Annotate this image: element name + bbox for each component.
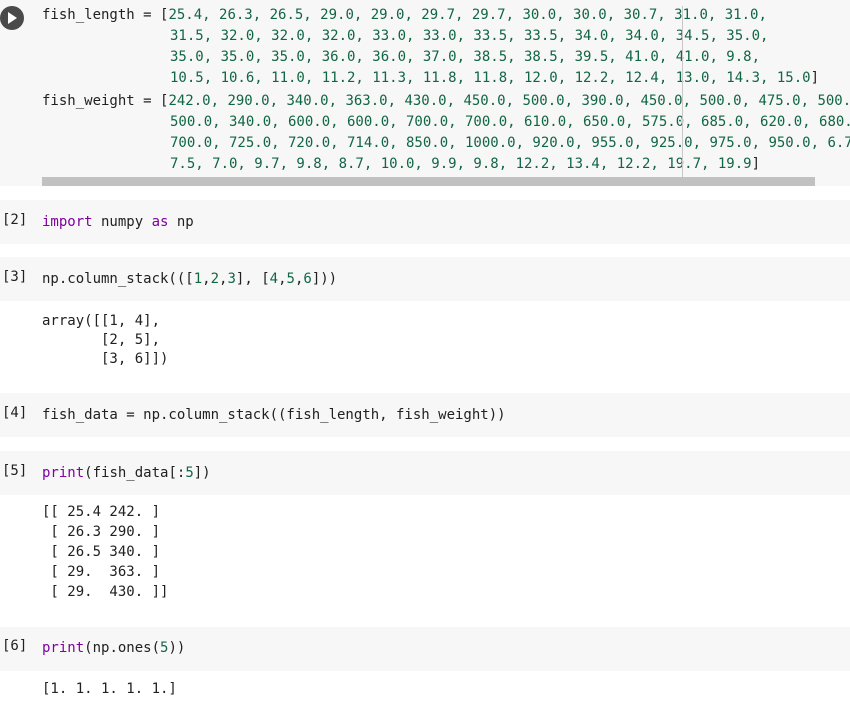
code-cell-4[interactable]: [4] fish_data = np.column_stack((fish_le… [0,393,850,437]
execution-count: [4] [2,405,28,421]
play-icon [8,12,17,24]
number: 4 [269,271,279,287]
output-line: [[ 25.4 242. ] [42,504,161,520]
number: 6 [303,271,312,287]
number: 5 [185,465,194,481]
code-cell-6[interactable]: [6] print(np.ones(5)) [0,627,850,671]
output-line: [1. 1. 1. 1. 1.] [42,681,177,697]
fish-weight-values: 242.0, 290.0, 340.0, 363.0, 430.0, 450.0… [168,93,850,109]
code-line: import numpy as np [42,212,194,233]
number: 2 [210,271,220,287]
fish-weight-assign: fish_weight = [ [42,93,169,109]
print-builtin: print [42,640,85,656]
fish-weight-values: 700.0, 725.0, 720.0, 714.0, 850.0, 1000.… [170,135,850,151]
import-keyword: import [42,214,93,230]
fish-length-values: 31.5, 32.0, 32.0, 32.0, 33.0, 33.0, 33.5… [170,28,769,44]
code-cell-5[interactable]: [5] print(fish_data[:5]) [0,451,850,495]
fish-length-line-4: 10.5, 10.6, 11.0, 11.2, 11.3, 11.8, 11.8… [170,68,819,89]
output-line: array([[1, 4], [42,313,161,329]
code-text: ], [ [235,271,270,287]
fish-weight-values: 500.0, 340.0, 600.0, 600.0, 700.0, 700.0… [170,114,850,130]
comma: , [202,271,211,287]
execution-count: [5] [2,463,28,479]
horizontal-scrollbar[interactable] [42,177,815,186]
code-text: ]) [193,465,211,481]
code-cell-1[interactable]: fish_length = [25.4, 26.3, 26.5, 29.0, 2… [0,0,850,186]
code-text: np.column_stack(([ [42,271,194,287]
fish-weight-line-1: fish_weight = [242.0, 290.0, 340.0, 363.… [42,91,850,112]
output-cell-3: array([[1, 4], [2, 5], [3, 6]]) [0,301,850,393]
code-text: (np.ones( [84,640,161,656]
output-line: [ 26.3 290. ] [42,524,161,540]
as-keyword: as [151,214,169,230]
run-cell-button[interactable] [0,6,24,30]
number: 1 [193,271,203,287]
code-cell-2[interactable]: [2] import numpy as np [0,200,850,244]
closing-bracket: ] [751,156,761,172]
fish-length-values: 10.5, 10.6, 11.0, 11.2, 11.3, 11.8, 11.8… [170,70,811,86]
number: 3 [227,271,236,287]
fish-length-values: 25.4, 26.3, 26.5, 29.0, 29.0, 29.7, 29.7… [168,7,767,23]
fish-length-values: 35.0, 35.0, 35.0, 36.0, 36.0, 37.0, 38.5… [170,49,761,65]
code-text: (fish_data[: [84,465,186,481]
code-line: np.column_stack(([1,2,3], [4,5,6])) [42,269,337,290]
output-line: [ 26.5 340. ] [42,544,161,560]
output-cell-5: [[ 25.4 242. ] [ 26.3 290. ] [ 26.5 340.… [0,495,850,627]
output-cell-6: [1. 1. 1. 1. 1.] [0,671,850,708]
output-line: [3, 6]]) [42,351,169,367]
fish-weight-line-4: 7.5, 7.0, 9.7, 9.8, 8.7, 10.0, 9.9, 9.8,… [170,154,760,175]
code-line: print(np.ones(5)) [42,638,185,659]
code-line: fish_data = np.column_stack((fish_length… [42,407,506,423]
closing-bracket: ] [810,70,820,86]
fish-weight-values: 7.5, 7.0, 9.7, 9.8, 8.7, 10.0, 9.9, 9.8,… [170,156,752,172]
code-text: ])) [311,271,338,287]
comma: , [278,271,287,287]
code-line: print(fish_data[:5]) [42,463,211,484]
execution-count: [2] [2,212,28,228]
fish-length-assign: fish_length = [ [42,7,169,23]
output-line: [ 29. 363. ] [42,564,161,580]
text-cursor [682,6,683,186]
fish-length-line-1: fish_length = [25.4, 26.3, 26.5, 29.0, 2… [42,5,767,26]
execution-count: [6] [2,638,28,654]
output-line: [ 29. 430. ]] [42,584,169,600]
code-text: )) [168,640,186,656]
print-builtin: print [42,465,85,481]
number: 5 [286,271,295,287]
module-name: numpy [92,214,152,230]
code-cell-3[interactable]: [3] np.column_stack(([1,2,3], [4,5,6])) [0,257,850,301]
output-line: [2, 5], [42,332,161,348]
execution-count: [3] [2,269,28,285]
alias-name: np [168,214,194,230]
